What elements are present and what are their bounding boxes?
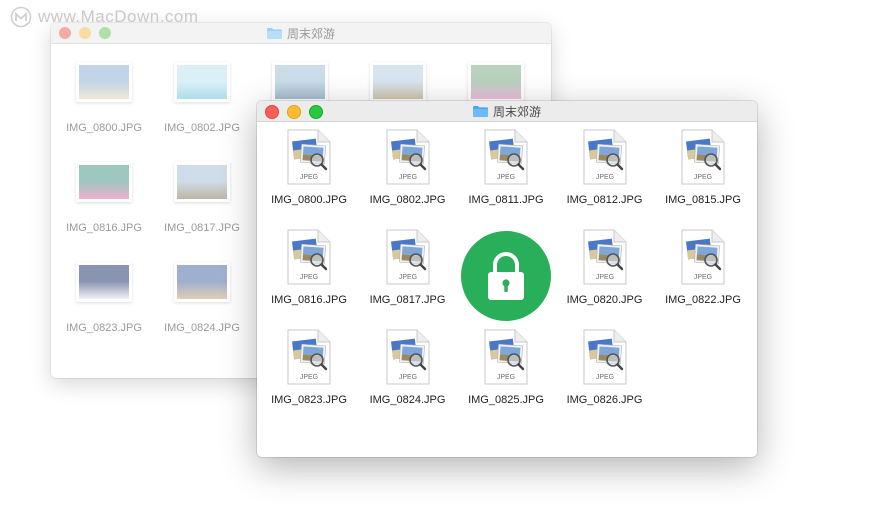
close-button[interactable] (59, 27, 71, 39)
lock-badge (461, 231, 551, 321)
jpeg-document-icon: JPEG (583, 229, 626, 285)
file-name: IMG_0817.JPG (164, 222, 240, 234)
image-thumbnail (468, 62, 524, 102)
jpeg-document-icon: JPEG (583, 329, 626, 385)
image-thumbnail (76, 62, 132, 102)
close-button[interactable] (265, 105, 279, 119)
folder-icon (266, 27, 282, 39)
jpeg-document-icon: JPEG (681, 129, 725, 185)
file-item[interactable]: JPEG IMG_0802.JPG (358, 129, 458, 206)
file-item[interactable]: JPEG IMG_0823.JPG (259, 329, 359, 406)
file-item[interactable]: JPEG IMG_0816.JPG (259, 229, 359, 306)
file-name: IMG_0816.JPG (66, 222, 142, 234)
zoom-button[interactable] (309, 105, 323, 119)
doc-type-label: JPEG (398, 174, 416, 181)
window-title-text: 周末郊游 (286, 26, 335, 41)
file-item[interactable]: JPEG IMG_0824.JPG (358, 329, 458, 406)
macdown-logo-icon (10, 6, 32, 28)
doc-type-label: JPEG (497, 174, 515, 181)
minimize-button[interactable] (287, 105, 301, 119)
image-thumbnail (174, 262, 230, 302)
lock-icon (488, 252, 524, 300)
file-name: IMG_0823.JPG (66, 322, 142, 334)
window-titlebar[interactable]: 周末郊游 (257, 101, 757, 122)
image-thumbnail (174, 162, 230, 202)
file-item[interactable]: IMG_0802.JPG (152, 62, 252, 134)
jpeg-document-icon: JPEG (386, 229, 429, 285)
jpeg-document-icon: JPEG (287, 129, 331, 185)
file-item[interactable]: IMG_0823.JPG (54, 262, 154, 334)
doc-type-label: JPEG (300, 274, 318, 281)
file-item[interactable]: JPEG IMG_0800.JPG (259, 129, 359, 206)
file-item[interactable]: JPEG IMG_0817.JPG (358, 229, 458, 306)
jpeg-document-icon: JPEG (287, 229, 331, 285)
image-thumbnail (174, 62, 230, 102)
doc-type-label: JPEG (497, 374, 515, 381)
image-thumbnail (76, 162, 132, 202)
jpeg-document-icon: JPEG (583, 129, 626, 185)
doc-type-label: JPEG (595, 374, 613, 381)
file-name: IMG_0817.JPG (369, 294, 446, 306)
doc-type-label: JPEG (300, 374, 318, 381)
file-item[interactable]: JPEG IMG_0812.JPG (555, 129, 655, 206)
doc-type-label: JPEG (398, 374, 416, 381)
jpeg-document-icon: JPEG (681, 229, 725, 285)
doc-type-label: JPEG (694, 274, 712, 281)
image-thumbnail (76, 262, 132, 302)
doc-type-label: JPEG (595, 174, 613, 181)
jpeg-document-icon: JPEG (484, 329, 528, 385)
file-name: IMG_0802.JPG (369, 194, 446, 206)
file-item[interactable]: JPEG IMG_0826.JPG (555, 329, 655, 406)
zoom-button[interactable] (99, 27, 111, 39)
watermark-text: www.MacDown.com (38, 7, 199, 26)
file-name: IMG_0800.JPG (66, 122, 142, 134)
file-item[interactable]: JPEG IMG_0825.JPG (456, 329, 556, 406)
file-name: IMG_0825.JPG (468, 394, 544, 406)
file-name: IMG_0822.JPG (665, 294, 741, 306)
file-name: IMG_0816.JPG (271, 294, 347, 306)
minimize-button[interactable] (79, 27, 91, 39)
file-item[interactable]: IMG_0816.JPG (54, 162, 154, 234)
image-thumbnail (370, 62, 426, 102)
file-item[interactable]: IMG_0824.JPG (152, 262, 252, 334)
file-name: IMG_0800.JPG (271, 194, 347, 206)
watermark: www.MacDown.com (10, 6, 199, 28)
window-title: 周末郊游 (472, 103, 541, 120)
file-item[interactable]: JPEG IMG_0820.JPG (555, 229, 655, 306)
window-controls (265, 105, 323, 119)
folder-icon (472, 105, 488, 117)
doc-type-label: JPEG (300, 174, 318, 181)
file-name: IMG_0802.JPG (164, 122, 240, 134)
jpeg-document-icon: JPEG (386, 329, 429, 385)
file-name: IMG_0820.JPG (566, 294, 643, 306)
file-item[interactable]: JPEG IMG_0811.JPG (456, 129, 556, 206)
file-name: IMG_0812.JPG (566, 194, 643, 206)
file-item[interactable]: IMG_0800.JPG (54, 62, 154, 134)
window-title: 周末郊游 (266, 25, 335, 42)
image-thumbnail (272, 62, 328, 102)
jpeg-document-icon: JPEG (386, 129, 429, 185)
window-controls (59, 27, 111, 39)
file-name: IMG_0811.JPG (468, 194, 544, 206)
file-name: IMG_0826.JPG (566, 394, 643, 406)
file-item[interactable]: IMG_0817.JPG (152, 162, 252, 234)
file-name: IMG_0824.JPG (164, 322, 240, 334)
window-title-text: 周末郊游 (492, 104, 541, 119)
file-item[interactable]: JPEG IMG_0822.JPG (653, 229, 753, 306)
jpeg-document-icon: JPEG (484, 129, 528, 185)
doc-type-label: JPEG (595, 274, 613, 281)
file-name: IMG_0823.JPG (271, 394, 347, 406)
doc-type-label: JPEG (694, 174, 712, 181)
file-item[interactable]: JPEG IMG_0815.JPG (653, 129, 753, 206)
file-name: IMG_0824.JPG (369, 394, 446, 406)
jpeg-document-icon: JPEG (287, 329, 331, 385)
doc-type-label: JPEG (398, 274, 416, 281)
finder-window[interactable]: 周末郊游 JPEG IMG_0800.JPG JPEG IMG_0802.JPG JPE… (257, 101, 757, 457)
file-name: IMG_0815.JPG (665, 194, 741, 206)
